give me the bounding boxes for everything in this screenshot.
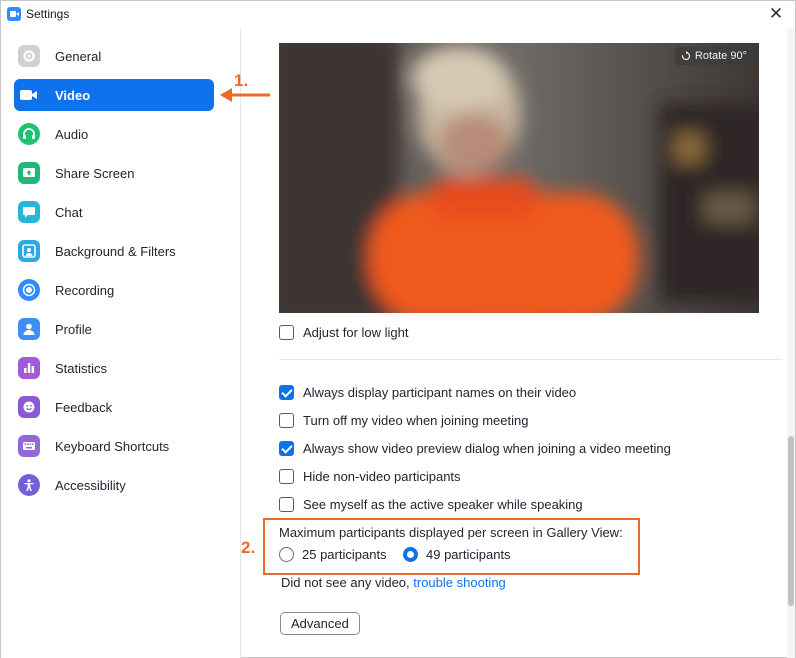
gear-icon [18,45,40,67]
gallery-view-label: Maximum participants displayed per scree… [279,525,623,540]
title-bar: Settings ✕ [1,1,795,28]
option-label: Hide non-video participants [303,468,461,484]
rotate-icon [681,51,690,61]
scrollbar-thumb[interactable] [788,436,794,606]
sidebar-item-label: Accessibility [55,477,126,493]
camera-preview: Rotate 90° [279,43,759,313]
sidebar: General Video Audio Share Screen Chat Ba… [1,28,241,658]
hide-non-video-option[interactable]: Hide non-video participants [279,466,461,486]
active-speaker-option[interactable]: See myself as the active speaker while s… [279,494,583,514]
sidebar-item-label: Statistics [55,360,108,376]
sidebar-item-label: Chat [55,204,83,220]
person-icon [18,318,40,340]
share-screen-icon [18,162,40,184]
sidebar-item-video[interactable]: Video [14,79,214,111]
background-person-icon [18,240,40,262]
sidebar-item-label: Feedback [55,399,113,415]
close-button[interactable]: ✕ [765,4,787,24]
sidebar-item-recording[interactable]: Recording [14,274,214,306]
advanced-button[interactable]: Advanced [280,612,360,635]
video-settings-panel: Rotate 90° Adjust for low light Always d… [242,28,795,658]
sidebar-item-profile[interactable]: Profile [14,313,214,345]
section-divider [279,359,782,360]
trouble-shooting-row: Did not see any video, trouble shooting [281,575,506,590]
sidebar-item-keyboard-shortcuts[interactable]: Keyboard Shortcuts [14,430,214,462]
option-label: 49 participants [426,547,511,562]
gallery-49-option[interactable]: 49 participants [403,547,511,562]
rotate-label: Rotate 90° [694,50,747,62]
sidebar-item-label: Recording [55,282,115,298]
gallery-25-radio[interactable] [279,547,294,562]
hide-non-video-checkbox[interactable] [279,468,294,484]
display-names-checkbox[interactable] [279,384,294,400]
sidebar-item-feedback[interactable]: Feedback [14,391,214,423]
sidebar-item-chat[interactable]: Chat [14,196,214,228]
scrollbar[interactable] [787,28,795,658]
sidebar-item-label: Audio [55,126,89,142]
trouble-shooting-link[interactable]: trouble shooting [413,575,506,590]
active-speaker-checkbox[interactable] [279,496,294,512]
chat-bubble-icon [18,201,40,223]
turn-off-video-checkbox[interactable] [279,412,294,428]
sidebar-item-general[interactable]: General [14,40,214,72]
option-label: Turn off my video when joining meeting [303,412,529,428]
accessibility-icon [18,474,40,496]
sidebar-item-accessibility[interactable]: Accessibility [14,469,214,501]
settings-window: Settings ✕ General Video Audio Share Scr… [0,0,796,658]
headphones-icon [18,123,40,145]
option-label: Always show video preview dialog when jo… [303,440,671,456]
sidebar-item-label: Keyboard Shortcuts [55,438,170,454]
rotate-button[interactable]: Rotate 90° [674,47,753,65]
blurred-camera-image [279,43,759,313]
sidebar-item-label: General [55,48,102,64]
trouble-text: Did not see any video, [281,575,410,590]
sidebar-item-statistics[interactable]: Statistics [14,352,214,384]
preview-dialog-checkbox[interactable] [279,440,294,456]
sidebar-item-label: Share Screen [55,165,135,181]
option-label: Adjust for low light [303,324,409,340]
bar-chart-icon [18,357,40,379]
sidebar-item-audio[interactable]: Audio [14,118,214,150]
smiley-icon [18,396,40,418]
option-label: 25 participants [302,547,387,562]
turn-off-video-option[interactable]: Turn off my video when joining meeting [279,410,528,430]
option-label: Always display participant names on thei… [303,384,577,400]
video-camera-icon [18,84,40,106]
preview-dialog-option[interactable]: Always show video preview dialog when jo… [279,438,671,458]
adjust-low-light-checkbox[interactable] [279,324,294,340]
sidebar-item-label: Video [55,87,91,103]
sidebar-item-share-screen[interactable]: Share Screen [14,157,214,189]
option-label: See myself as the active speaker while s… [303,496,583,512]
zoom-app-icon [7,7,21,21]
record-icon [18,279,40,301]
sidebar-item-background-filters[interactable]: Background & Filters [14,235,214,267]
gallery-25-option[interactable]: 25 participants [279,547,387,562]
sidebar-item-label: Background & Filters [55,243,176,259]
display-names-option[interactable]: Always display participant names on thei… [279,382,576,402]
window-title: Settings [26,7,70,21]
gallery-49-radio[interactable] [403,547,418,562]
sidebar-item-label: Profile [55,321,92,337]
adjust-low-light-option[interactable]: Adjust for low light [279,322,409,342]
keyboard-icon [18,435,40,457]
